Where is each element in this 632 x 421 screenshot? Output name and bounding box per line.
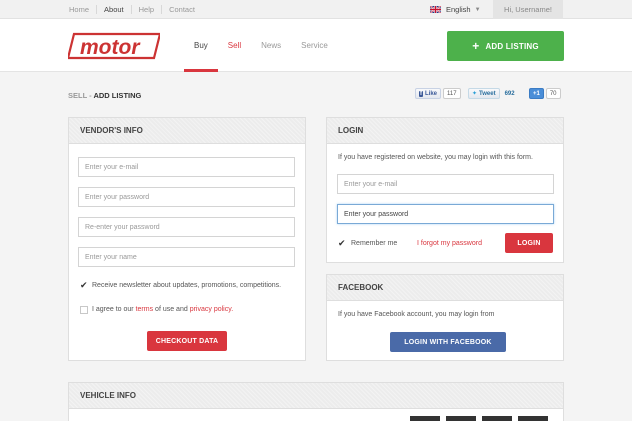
vehicle-info-title: VEHICLE INFO bbox=[69, 383, 563, 409]
login-email-input[interactable]: Enter your e-mail bbox=[337, 174, 554, 194]
vehicle-thumbnail[interactable] bbox=[446, 416, 476, 421]
main-nav: Buy Sell News Service bbox=[184, 19, 338, 72]
plus-icon: + bbox=[472, 39, 480, 53]
tweet-widget[interactable]: ✦ Tweet 692 bbox=[468, 88, 518, 99]
top-nav: Home About Help Contact bbox=[62, 0, 202, 19]
vehicle-thumbnail[interactable] bbox=[410, 416, 440, 421]
vehicle-thumbnail[interactable] bbox=[518, 416, 548, 421]
nav-buy[interactable]: Buy bbox=[184, 19, 218, 72]
tweet-label: Tweet bbox=[479, 90, 496, 97]
tweet-button[interactable]: ✦ Tweet bbox=[468, 88, 500, 99]
gplus-count: 70 bbox=[545, 88, 561, 99]
language-label: English bbox=[446, 5, 471, 14]
terms-link[interactable]: terms bbox=[136, 306, 154, 313]
gplus-button[interactable]: +1 bbox=[529, 88, 544, 99]
user-menu[interactable]: Hi, Username! bbox=[493, 0, 563, 19]
breadcrumb-parent[interactable]: SELL - bbox=[68, 91, 92, 100]
remember-me-label: Remember me bbox=[351, 240, 398, 247]
motor-logo[interactable]: motor bbox=[68, 32, 160, 60]
logo-text: motor bbox=[80, 36, 141, 59]
top-nav-home[interactable]: Home bbox=[62, 5, 98, 14]
login-with-facebook-button[interactable]: LOGIN WITH FACEBOOK bbox=[390, 332, 506, 352]
facebook-like-widget[interactable]: f Like 117 bbox=[415, 88, 461, 99]
vendor-info-title: VENDOR'S INFO bbox=[69, 118, 305, 144]
newsletter-checkbox[interactable]: ✔ bbox=[80, 281, 89, 290]
privacy-policy-link[interactable]: privacy policy. bbox=[190, 306, 233, 313]
vendor-reenter-password-input[interactable]: Re-enter your password bbox=[78, 217, 295, 237]
remember-me-checkbox[interactable]: ✔ bbox=[338, 239, 347, 248]
facebook-panel: FACEBOOK If you have Facebook account, y… bbox=[326, 274, 564, 361]
facebook-like-label: Like bbox=[425, 90, 438, 97]
facebook-title: FACEBOOK bbox=[327, 275, 563, 301]
nav-news[interactable]: News bbox=[251, 19, 291, 72]
forgot-password-link[interactable]: I forgot my password bbox=[417, 240, 482, 247]
add-listing-button[interactable]: + ADD LISTING bbox=[447, 31, 564, 61]
vendor-password-input[interactable]: Enter your password bbox=[78, 187, 295, 207]
twitter-icon: ✦ bbox=[472, 91, 478, 97]
top-nav-about[interactable]: About bbox=[97, 5, 132, 14]
facebook-intro: If you have Facebook account, you may lo… bbox=[338, 311, 495, 318]
vendor-email-input[interactable]: Enter your e-mail bbox=[78, 157, 295, 177]
vehicle-thumbnail[interactable] bbox=[482, 416, 512, 421]
chevron-down-icon: ▼ bbox=[474, 6, 481, 13]
login-panel: LOGIN If you have registered on website,… bbox=[326, 117, 564, 263]
login-button[interactable]: LOGIN bbox=[505, 233, 553, 253]
login-intro: If you have registered on website, you m… bbox=[338, 154, 533, 161]
breadcrumb-current: ADD LISTING bbox=[93, 91, 142, 100]
login-password-input[interactable]: Enter your password bbox=[337, 204, 554, 224]
agree-label: I agree to our terms of use and privacy … bbox=[92, 306, 233, 313]
language-selector[interactable]: English ▼ bbox=[430, 0, 490, 19]
login-title: LOGIN bbox=[327, 118, 563, 144]
uk-flag-icon bbox=[430, 6, 441, 13]
agree-middle: of use and bbox=[155, 306, 188, 313]
breadcrumb: SELL - ADD LISTING bbox=[68, 91, 141, 100]
facebook-like-count: 117 bbox=[443, 88, 461, 99]
checkout-data-button[interactable]: CHECKOUT DATA bbox=[147, 331, 227, 351]
newsletter-label: Receive newsletter about updates, promot… bbox=[92, 282, 282, 289]
add-listing-label: ADD LISTING bbox=[485, 41, 539, 51]
top-nav-contact[interactable]: Contact bbox=[162, 5, 202, 14]
user-greeting: Hi, Username! bbox=[504, 5, 552, 14]
gplus-widget[interactable]: +1 70 bbox=[529, 88, 561, 99]
gplus-label: +1 bbox=[533, 90, 540, 97]
vendor-info-panel: VENDOR'S INFO Enter your e-mail Enter yo… bbox=[68, 117, 306, 361]
header: motor Buy Sell News Service + ADD LISTIN… bbox=[0, 19, 632, 72]
nav-sell[interactable]: Sell bbox=[218, 19, 251, 72]
top-nav-help[interactable]: Help bbox=[132, 5, 163, 14]
facebook-icon: f bbox=[419, 90, 423, 97]
facebook-like-button[interactable]: f Like bbox=[415, 88, 442, 99]
nav-service[interactable]: Service bbox=[291, 19, 338, 72]
vendor-name-input[interactable]: Enter your name bbox=[78, 247, 295, 267]
tweet-count: 692 bbox=[504, 90, 515, 97]
top-bar: Home About Help Contact English ▼ Hi, Us… bbox=[0, 0, 632, 19]
agree-checkbox[interactable] bbox=[80, 306, 88, 314]
agree-prefix: I agree to our bbox=[92, 306, 134, 313]
